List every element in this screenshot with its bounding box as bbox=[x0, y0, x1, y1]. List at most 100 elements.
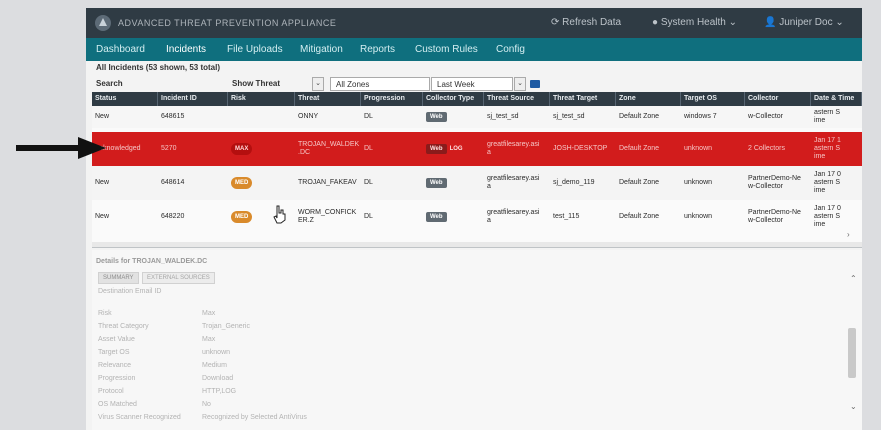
apply-filter-icon[interactable] bbox=[530, 80, 540, 88]
cell-zone: Default Zone bbox=[619, 179, 660, 186]
user-name: Juniper Doc bbox=[779, 17, 833, 28]
cell-progression: DL bbox=[364, 179, 373, 186]
col-target-os[interactable]: Target OS bbox=[681, 92, 745, 106]
col-collector-type[interactable]: Collector Type bbox=[423, 92, 484, 106]
detail-label: Progression bbox=[98, 375, 136, 382]
cell-collector-type: Web bbox=[423, 200, 484, 234]
range-select[interactable]: Last Week bbox=[431, 77, 513, 91]
col-progression[interactable]: Progression bbox=[361, 92, 423, 106]
cell-threat-source: sj_test_sd bbox=[487, 113, 519, 120]
detail-value: unknown bbox=[202, 349, 231, 356]
range-select-arrow[interactable]: ⌄ bbox=[514, 77, 526, 91]
cell-target-os: unknown bbox=[684, 213, 713, 220]
cell-date-time: astern S ime bbox=[814, 109, 841, 124]
details-title: Details for TROJAN_WALDEK.DC bbox=[96, 258, 208, 265]
web-badge: Web bbox=[426, 144, 447, 154]
web-badge: Web bbox=[426, 178, 447, 188]
cell-zone: Default Zone bbox=[619, 145, 660, 152]
atp-app-window: ADVANCED THREAT PREVENTION APPLIANCE ⟳ R… bbox=[86, 8, 862, 430]
table-row[interactable]: New 648615 ONNY DL Web sj_test_sd sj_tes… bbox=[92, 106, 862, 128]
detail-label: Threat Category bbox=[98, 323, 149, 330]
collapse-up-icon[interactable]: ⌃ bbox=[850, 274, 857, 283]
risk-badge: MED bbox=[231, 177, 253, 189]
zones-select[interactable]: All Zones bbox=[330, 77, 430, 91]
chevron-down-icon: ⌄ bbox=[728, 17, 738, 28]
table-row-selected[interactable]: Acknowledged 5270 MAX TROJAN_WALDEK .DC … bbox=[92, 132, 862, 166]
cell-collector: w-Collector bbox=[748, 113, 784, 120]
col-date-time[interactable]: Date & Time bbox=[811, 92, 862, 106]
risk-badge: MAX bbox=[231, 143, 253, 155]
juniper-logo-icon bbox=[95, 15, 111, 31]
cell-status: New bbox=[95, 213, 110, 220]
cell-progression: DL bbox=[364, 213, 373, 220]
cell-incident-id: 648220 bbox=[161, 213, 185, 220]
cell-progression: DL bbox=[364, 145, 373, 152]
cell-threat: WORM_CONFICK ER.Z bbox=[298, 209, 357, 224]
cell-threat: ONNY bbox=[298, 113, 319, 120]
detail-value: Trojan_Generic bbox=[202, 323, 250, 330]
cell-zone: Default Zone bbox=[619, 113, 660, 120]
details-scrollbar[interactable] bbox=[848, 328, 856, 378]
col-incident-id[interactable]: Incident ID bbox=[158, 92, 228, 106]
tab-incidents[interactable]: Incidents bbox=[166, 44, 206, 55]
cell-status: New bbox=[95, 179, 110, 186]
zones-value: All Zones bbox=[336, 80, 370, 89]
col-threat-source[interactable]: Threat Source bbox=[484, 92, 550, 106]
refresh-data-button[interactable]: ⟳ Refresh Data bbox=[551, 17, 621, 28]
cell-status: New bbox=[95, 113, 110, 120]
details-pane: Details for TROJAN_WALDEK.DC SUMMARY EXT… bbox=[92, 250, 862, 430]
cell-collector: 2 Collectors bbox=[748, 145, 785, 152]
table-row[interactable]: New 648220 MED WORM_CONFICK ER.Z DL Web … bbox=[92, 200, 862, 234]
table-row[interactable]: New 648614 MED TROJAN_FAKEAV DL Web grea… bbox=[92, 166, 862, 200]
detail-label: Asset Value bbox=[98, 336, 135, 343]
detail-value: Medium bbox=[202, 362, 227, 369]
log-badge: LOG bbox=[449, 146, 463, 152]
cell-progression: DL bbox=[364, 113, 373, 120]
col-threat-target[interactable]: Threat Target bbox=[550, 92, 616, 106]
tab-file-uploads[interactable]: File Uploads bbox=[227, 44, 283, 55]
tab-custom-rules[interactable]: Custom Rules bbox=[415, 44, 478, 55]
hand-cursor-icon bbox=[273, 205, 286, 224]
system-health-menu[interactable]: ● System Health ⌄ bbox=[652, 17, 737, 28]
scroll-down-icon[interactable]: ⌄ bbox=[850, 402, 857, 411]
detail-value: No bbox=[202, 401, 211, 408]
col-collector[interactable]: Collector bbox=[745, 92, 811, 106]
cell-zone: Default Zone bbox=[619, 213, 660, 220]
cell-collector-type: Web bbox=[423, 106, 484, 128]
cell-threat: TROJAN_FAKEAV bbox=[298, 179, 357, 186]
detail-value: HTTP,LOG bbox=[202, 388, 237, 395]
col-risk[interactable]: Risk bbox=[228, 92, 295, 106]
cell-threat-target: sj_test_sd bbox=[553, 113, 585, 120]
detail-value: Max bbox=[202, 336, 216, 343]
cell-incident-id: 648614 bbox=[161, 179, 185, 186]
cell-threat-target: JOSH-DESKTOP bbox=[553, 145, 608, 152]
cell-collector-type: Web LOG bbox=[423, 132, 484, 166]
destination-label: Destination Email ID bbox=[98, 288, 162, 295]
user-icon: 👤 bbox=[764, 17, 777, 28]
top-bar: ADVANCED THREAT PREVENTION APPLIANCE ⟳ R… bbox=[86, 8, 862, 38]
detail-label: Virus Scanner Recognized bbox=[98, 414, 181, 421]
tab-config[interactable]: Config bbox=[496, 44, 525, 55]
main-nav: Dashboard Incidents File Uploads Mitigat… bbox=[86, 38, 862, 61]
detail-value: Recognized by Selected AntiVirus bbox=[202, 414, 307, 421]
threat-select-arrow[interactable]: ⌄ bbox=[312, 77, 324, 91]
user-menu[interactable]: 👤 Juniper Doc ⌄ bbox=[764, 17, 844, 28]
scroll-right-icon[interactable]: › bbox=[847, 230, 850, 239]
tab-summary[interactable]: SUMMARY bbox=[98, 272, 139, 284]
tab-external-sources[interactable]: EXTERNAL SOURCES bbox=[142, 272, 215, 284]
risk-badge: MED bbox=[231, 211, 253, 223]
cell-threat-source: greatfilesarey.asi a bbox=[487, 175, 540, 190]
cell-date-time: Jan 17 0 astern S ime bbox=[814, 205, 841, 228]
tab-mitigation[interactable]: Mitigation bbox=[300, 44, 343, 55]
search-label: Search bbox=[96, 79, 123, 88]
refresh-label: Refresh Data bbox=[562, 17, 622, 28]
col-threat[interactable]: Threat bbox=[295, 92, 361, 106]
tab-reports[interactable]: Reports bbox=[360, 44, 395, 55]
show-threat-label: Show Threat bbox=[232, 79, 281, 88]
tab-dashboard[interactable]: Dashboard bbox=[96, 44, 145, 55]
col-zone[interactable]: Zone bbox=[616, 92, 681, 106]
cell-incident-id: 648615 bbox=[161, 113, 185, 120]
col-status[interactable]: Status bbox=[92, 92, 158, 106]
cell-threat-target: test_115 bbox=[553, 213, 580, 220]
pane-splitter[interactable] bbox=[92, 242, 862, 248]
